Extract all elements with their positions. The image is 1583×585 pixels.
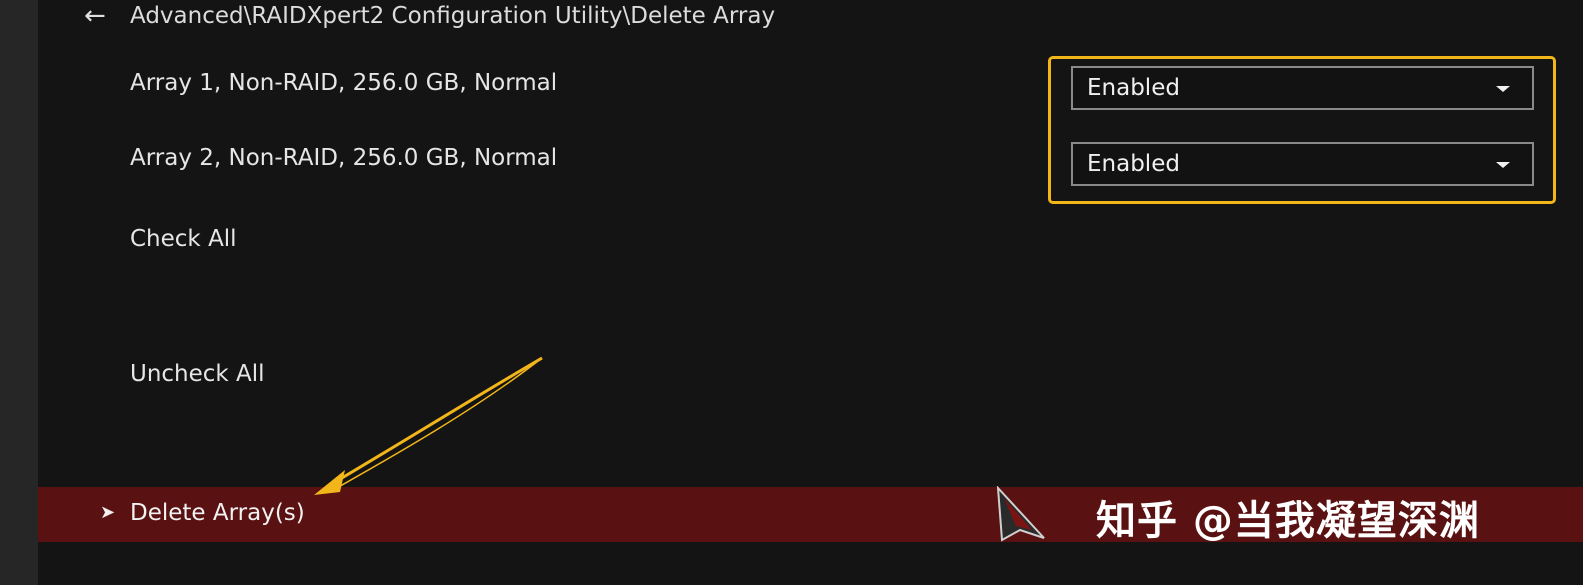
back-arrow-icon[interactable]: ←: [84, 3, 118, 29]
delete-arrays-button[interactable]: Delete Array(s): [130, 500, 305, 526]
annotation-highlight-box: [1048, 56, 1556, 204]
cursor-icon: [996, 486, 1045, 542]
chevron-right-icon: ➤: [100, 502, 116, 523]
uncheck-all-button[interactable]: Uncheck All: [130, 361, 265, 387]
array-1-label: Array 1, Non-RAID, 256.0 GB, Normal: [130, 70, 558, 96]
check-all-button[interactable]: Check All: [130, 226, 237, 252]
breadcrumb: ← Advanced\RAIDXpert2 Configuration Util…: [84, 0, 775, 32]
left-gutter: [0, 0, 38, 585]
breadcrumb-path: Advanced\RAIDXpert2 Configuration Utilit…: [130, 3, 776, 29]
watermark-text: 知乎 @当我凝望深渊: [1096, 498, 1480, 544]
array-2-label: Array 2, Non-RAID, 256.0 GB, Normal: [130, 145, 558, 171]
